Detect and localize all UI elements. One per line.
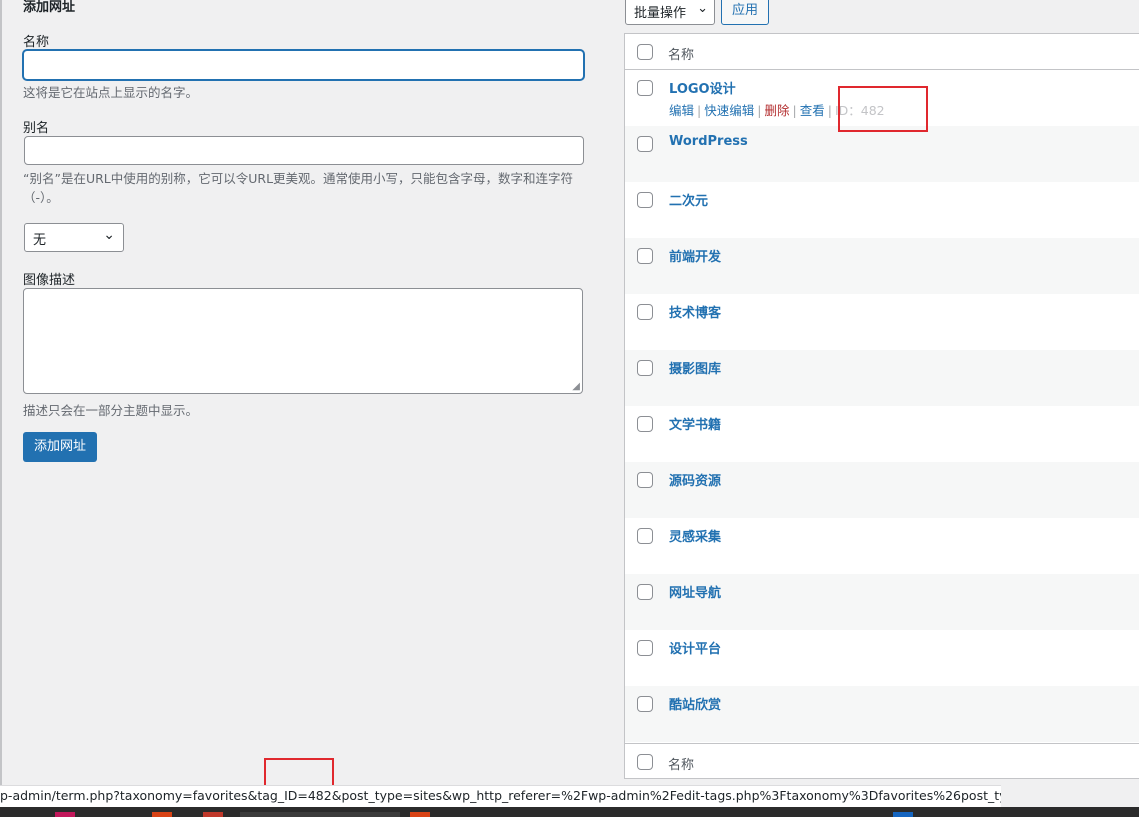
row-checkbox[interactable] [637,416,653,432]
table-header: 名称 [625,34,1139,70]
delete-link[interactable]: 删除 [764,103,789,118]
taskbar-app-icon[interactable] [893,812,913,817]
row-checkbox[interactable] [637,696,653,712]
row-title-link[interactable]: 技术博客 [669,302,721,321]
row-title-link[interactable]: 前端开发 [669,246,721,265]
quick-edit-link[interactable]: 快速编辑 [704,103,754,118]
table-row: 设计平台 [625,630,1139,686]
chevron-down-icon: ⌄ [103,227,115,243]
table-row: 技术博客 [625,294,1139,350]
row-checkbox[interactable] [637,528,653,544]
status-bar-url: p-admin/term.php?taxonomy=favorites&tag_… [0,785,1001,807]
select-all-checkbox-footer[interactable] [637,754,653,770]
table-footer: 名称 [625,743,1139,779]
row-checkbox[interactable] [637,584,653,600]
row-checkbox[interactable] [637,304,653,320]
row-title-link[interactable]: 网址导航 [669,582,721,601]
taskbar-active-window[interactable] [240,812,400,817]
id-highlight-box [838,86,928,132]
add-term-button[interactable]: 添加网址 [23,432,97,462]
form-title: 添加网址 [23,0,76,15]
table-row: 源码资源 [625,462,1139,518]
taskbar-app-icon[interactable] [203,812,223,817]
row-checkbox[interactable] [637,472,653,488]
table-row: 前端开发 [625,238,1139,294]
resize-handle-icon[interactable]: ◢ [572,381,580,392]
row-checkbox[interactable] [637,136,653,152]
parent-select-value: 无 [33,233,47,248]
row-title-link[interactable]: 摄影图库 [669,358,721,377]
name-label: 名称 [23,35,50,50]
column-name-header[interactable]: 名称 [668,44,694,63]
row-checkbox[interactable] [637,360,653,376]
row-checkbox[interactable] [637,192,653,208]
image-description-help: 描述只会在一部分主题中显示。 [23,403,199,418]
table-row: 酷站欣赏 [625,686,1139,742]
slug-label: 别名 [23,121,50,136]
taskbar-app-icon[interactable] [410,812,430,817]
table-row: 灵感采集 [625,518,1139,574]
image-description-textarea[interactable]: ◢ [23,288,583,394]
parent-select[interactable]: 无 ⌄ [24,223,124,252]
bulk-actions-select[interactable]: 批量操作 ⌄ [625,0,715,25]
name-input[interactable] [23,50,584,80]
row-checkbox[interactable] [637,640,653,656]
apply-button[interactable]: 应用 [721,0,769,25]
chevron-down-icon: ⌄ [697,1,708,16]
row-title-link[interactable]: 设计平台 [669,638,721,657]
column-name-footer[interactable]: 名称 [668,754,694,773]
table-row: WordPress [625,126,1139,182]
select-all-checkbox[interactable] [637,44,653,60]
taskbar-app-icon[interactable] [152,812,172,817]
row-checkbox[interactable] [637,80,653,96]
row-title-link[interactable]: 二次元 [669,190,708,209]
slug-input[interactable] [24,136,584,165]
table-row: 二次元 [625,182,1139,238]
view-link[interactable]: 查看 [800,103,825,118]
table-row: 文学书籍 [625,406,1139,462]
table-row: 摄影图库 [625,350,1139,406]
taskbar-app-icon[interactable] [55,812,75,817]
row-title-link[interactable]: WordPress [669,134,748,149]
slug-description: “别名”是在URL中使用的别称，它可以令URL更美观。通常使用小写，只能包含字母… [23,171,574,205]
admin-menu-edge [0,0,2,785]
terms-table: 名称 LOGO设计 编辑 | 快速编辑 | 删除 | 查看 | ID：482 WordPress… [624,33,1139,779]
name-description: 这将是它在站点上显示的名字。 [23,85,199,100]
row-title-link[interactable]: 酷站欣赏 [669,694,721,713]
row-title-link[interactable]: 文学书籍 [669,414,721,433]
row-title-link[interactable]: LOGO设计 [669,78,736,97]
table-row: 网址导航 [625,574,1139,630]
edit-link[interactable]: 编辑 [669,103,694,118]
image-description-label: 图像描述 [23,273,76,288]
bulk-actions-label: 批量操作 [634,6,687,21]
row-checkbox[interactable] [637,248,653,264]
row-title-link[interactable]: 源码资源 [669,470,721,489]
row-title-link[interactable]: 灵感采集 [669,526,721,545]
